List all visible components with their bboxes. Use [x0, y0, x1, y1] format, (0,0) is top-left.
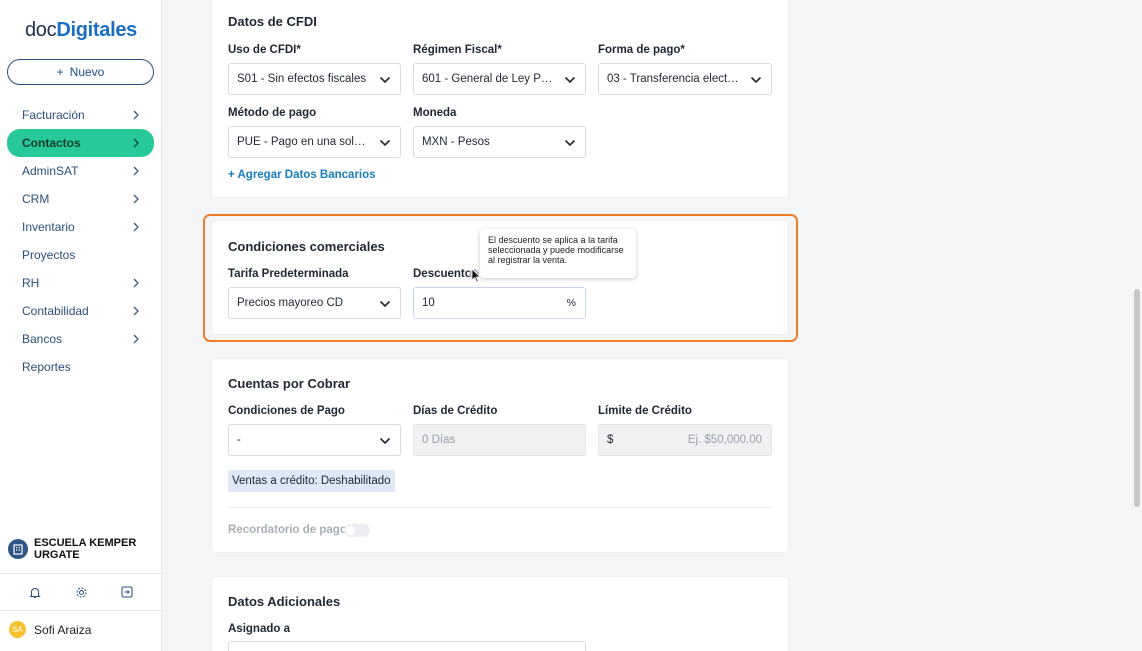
sidebar-item-facturacion[interactable]: Facturación	[7, 101, 154, 129]
regimen-fiscal-label: Régimen Fiscal*	[413, 44, 502, 56]
payment-reminder-label: Recordatorio de pago	[228, 524, 347, 536]
chevron-down-icon	[379, 76, 391, 84]
moneda-select[interactable]: MXN - Pesos	[413, 126, 586, 158]
chevron-down-icon	[750, 76, 762, 84]
descuento-tooltip: El descuento se aplica a la tarifa selec…	[480, 229, 636, 278]
logout-icon[interactable]	[118, 583, 136, 601]
dias-credito-input[interactable]: 0 Días	[413, 424, 586, 456]
asignado-label: Asignado a	[228, 623, 290, 635]
chevron-right-icon	[133, 166, 139, 176]
sidebar-item-rh[interactable]: RH	[7, 269, 154, 297]
limite-credito-label: Límite de Crédito	[598, 405, 692, 417]
sidebar-item-adminsat[interactable]: AdminSAT	[7, 157, 154, 185]
new-button[interactable]: + Nuevo	[7, 59, 154, 85]
accounts-receivable-title: Cuentas por Cobrar	[228, 376, 351, 391]
organization-name: ESCUELA KEMPER URGATE	[34, 537, 137, 561]
plus-icon: +	[56, 65, 64, 79]
condiciones-pago-label: Condiciones de Pago	[228, 405, 345, 417]
chevron-right-icon	[133, 194, 139, 204]
sidebar-utility-icons	[0, 573, 162, 611]
forma-pago-select[interactable]: 03 - Transferencia electrónica de fondos	[598, 63, 772, 95]
currency-prefix: $	[607, 434, 614, 446]
metodo-pago-label: Método de pago	[228, 107, 317, 119]
add-bank-data-link[interactable]: + Agregar Datos Bancarios	[228, 169, 376, 181]
additional-data-title: Datos Adicionales	[228, 594, 341, 609]
chevron-right-icon	[133, 306, 139, 316]
organization-switcher[interactable]: ESCUELA KEMPER URGATE	[8, 537, 144, 561]
sidebar-item-contactos[interactable]: Contactos	[7, 129, 154, 157]
divider	[228, 507, 772, 508]
condiciones-pago-select[interactable]: -	[228, 424, 401, 456]
metodo-pago-select[interactable]: PUE - Pago en una sola exhibición	[228, 126, 401, 158]
chevron-down-icon	[564, 139, 576, 147]
asignado-select[interactable]	[228, 641, 586, 651]
limite-credito-input[interactable]: $ Ej. $50,000.00	[598, 424, 772, 456]
chevron-right-icon	[133, 278, 139, 288]
avatar: SA	[9, 621, 26, 638]
forma-pago-label: Forma de pago*	[598, 44, 685, 56]
dias-credito-label: Días de Crédito	[413, 405, 498, 417]
chevron-right-icon	[133, 334, 139, 344]
sidebar-item-inventario[interactable]: Inventario	[7, 213, 154, 241]
bell-icon[interactable]	[26, 583, 44, 601]
chevron-down-icon	[379, 437, 391, 445]
gear-icon[interactable]	[72, 583, 90, 601]
chevron-right-icon	[133, 222, 139, 232]
app-logo[interactable]: docDigitales	[0, 19, 162, 42]
uso-cfdi-label: Uso de CFDI*	[228, 44, 301, 56]
user-name: Sofi Araiza	[34, 622, 92, 637]
scrollbar[interactable]	[1134, 289, 1140, 507]
regimen-fiscal-select[interactable]: 601 - General de Ley Personas Morales	[413, 63, 586, 95]
building-icon	[8, 539, 28, 559]
sidebar-item-reportes[interactable]: Reportes	[7, 353, 154, 381]
sidebar: docDigitales + Nuevo Facturación Contact…	[0, 0, 162, 651]
sidebar-nav: Facturación Contactos AdminSAT CRM Inven…	[0, 101, 162, 381]
sidebar-item-proyectos[interactable]: Proyectos	[7, 241, 154, 269]
additional-data-card: Datos Adicionales Asignado a	[212, 577, 788, 651]
sidebar-item-crm[interactable]: CRM	[7, 185, 154, 213]
user-profile[interactable]: SA Sofi Araiza	[9, 621, 91, 638]
chevron-down-icon	[379, 139, 391, 147]
sidebar-item-bancos[interactable]: Bancos	[7, 325, 154, 353]
cfdi-title: Datos de CFDI	[228, 14, 317, 29]
mouse-cursor-icon	[471, 268, 481, 283]
uso-cfdi-select[interactable]: S01 - Sin efectos fiscales	[228, 63, 401, 95]
credit-status-badge: Ventas a crédito: Deshabilitado	[228, 470, 395, 492]
chevron-right-icon	[133, 138, 139, 148]
chevron-down-icon	[564, 76, 576, 84]
cfdi-card: Datos de CFDI Uso de CFDI* S01 - Sin efe…	[212, 0, 788, 197]
chevron-right-icon	[133, 110, 139, 120]
sidebar-item-contabilidad[interactable]: Contabilidad	[7, 297, 154, 325]
payment-reminder-toggle[interactable]	[344, 524, 370, 537]
moneda-label: Moneda	[413, 107, 457, 119]
